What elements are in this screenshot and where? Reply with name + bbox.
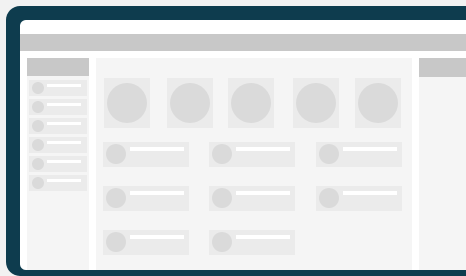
circle-placeholder-icon — [32, 82, 44, 94]
avatar-tile[interactable] — [228, 78, 274, 128]
placeholder-text-line — [47, 122, 81, 125]
avatar-tile[interactable] — [355, 78, 401, 128]
circle-placeholder-icon — [106, 232, 126, 252]
sidebar-item[interactable] — [29, 175, 87, 191]
avatar-tile[interactable] — [104, 78, 150, 128]
circle-placeholder-icon — [212, 188, 232, 208]
circle-placeholder-icon — [212, 232, 232, 252]
placeholder-text-line — [236, 191, 290, 195]
sidebar-item[interactable] — [29, 80, 87, 96]
circle-placeholder-icon — [212, 144, 232, 164]
avatar-placeholder-icon — [170, 83, 210, 123]
content-card[interactable] — [209, 230, 295, 255]
circle-placeholder-icon — [106, 144, 126, 164]
avatar-placeholder-icon — [296, 83, 336, 123]
sidebar-item[interactable] — [29, 156, 87, 172]
right-panel — [419, 58, 466, 270]
placeholder-text-line — [236, 147, 290, 151]
content-card[interactable] — [209, 186, 295, 211]
circle-placeholder-icon — [32, 177, 44, 189]
top-bar — [20, 34, 466, 51]
sidebar-header — [27, 58, 89, 76]
avatar-placeholder-icon — [358, 83, 398, 123]
device-frame — [6, 6, 466, 276]
right-panel-header — [419, 58, 466, 77]
sidebar — [27, 58, 89, 270]
circle-placeholder-icon — [319, 188, 339, 208]
content-card[interactable] — [316, 142, 402, 167]
sidebar-item[interactable] — [29, 118, 87, 134]
placeholder-text-line — [47, 84, 81, 87]
content-card[interactable] — [103, 186, 189, 211]
circle-placeholder-icon — [32, 101, 44, 113]
avatar-tile[interactable] — [167, 78, 213, 128]
placeholder-text-line — [47, 103, 81, 106]
circle-placeholder-icon — [319, 144, 339, 164]
placeholder-text-line — [47, 160, 81, 163]
avatar-placeholder-icon — [231, 83, 271, 123]
placeholder-text-line — [343, 147, 397, 151]
content-card[interactable] — [209, 142, 295, 167]
avatar-placeholder-icon — [107, 83, 147, 123]
placeholder-text-line — [130, 147, 184, 151]
placeholder-text-line — [130, 235, 184, 239]
placeholder-text-line — [47, 179, 81, 182]
main-content — [96, 58, 412, 270]
placeholder-text-line — [47, 141, 81, 144]
circle-placeholder-icon — [106, 188, 126, 208]
sidebar-item[interactable] — [29, 99, 87, 115]
circle-placeholder-icon — [32, 139, 44, 151]
sidebar-item[interactable] — [29, 137, 87, 153]
circle-placeholder-icon — [32, 158, 44, 170]
circle-placeholder-icon — [32, 120, 44, 132]
app-screen — [20, 20, 466, 270]
content-card[interactable] — [103, 230, 189, 255]
placeholder-text-line — [236, 235, 290, 239]
placeholder-text-line — [343, 191, 397, 195]
avatar-tile[interactable] — [293, 78, 339, 128]
content-card[interactable] — [103, 142, 189, 167]
content-card[interactable] — [316, 186, 402, 211]
placeholder-text-line — [130, 191, 184, 195]
